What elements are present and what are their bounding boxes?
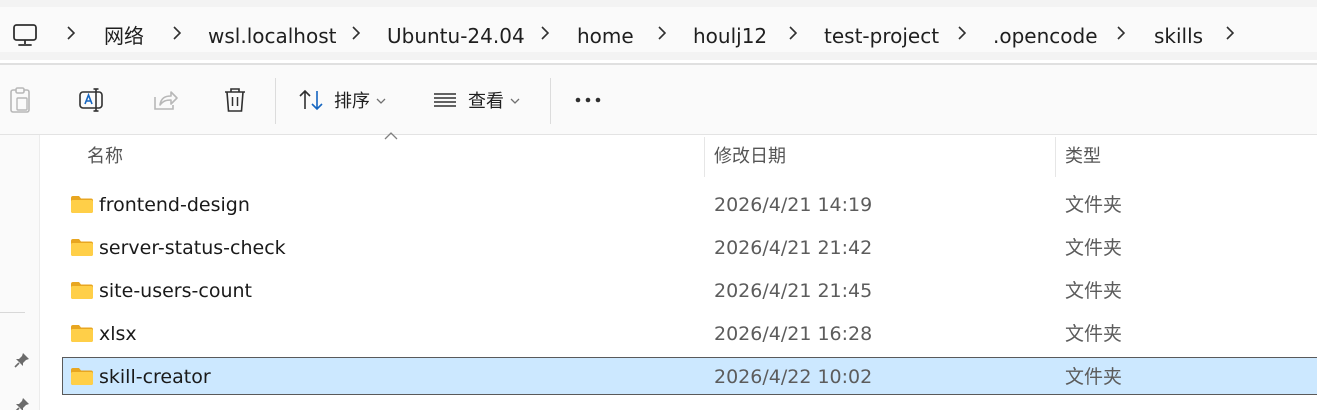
file-row-server-status-check[interactable]: server-status-check 2026/4/21 21:42 文件夹	[62, 228, 1317, 266]
nav-divider	[0, 312, 25, 313]
file-name: frontend-design	[99, 194, 250, 216]
share-icon	[154, 91, 178, 110]
chevron-right-icon[interactable]	[170, 22, 184, 44]
rename-button[interactable]	[72, 80, 112, 120]
sort-icon	[299, 89, 323, 111]
file-type: 文件夹	[1065, 323, 1123, 345]
file-name: server-status-check	[99, 237, 286, 259]
more-options-button[interactable]	[568, 80, 608, 120]
column-resize-handle[interactable]	[704, 137, 705, 177]
folder-icon	[71, 239, 93, 256]
crumb-network[interactable]: 网络	[104, 21, 144, 51]
folder-icon	[71, 196, 93, 213]
file-modified: 2026/4/21 14:19	[714, 194, 873, 216]
toolbar-divider	[275, 78, 276, 124]
file-modified: 2026/4/22 10:02	[714, 366, 873, 388]
crumb-skills[interactable]: skills	[1154, 21, 1203, 51]
folder-icon	[71, 368, 93, 385]
file-name: xlsx	[99, 323, 137, 345]
file-type: 文件夹	[1065, 237, 1123, 259]
folder-icon	[71, 325, 93, 342]
chevron-down-icon	[510, 98, 520, 104]
sort-button[interactable]: 排序	[298, 80, 398, 120]
file-modified: 2026/4/21 16:28	[714, 323, 873, 345]
file-row-skill-creator[interactable]: skill-creator 2026/4/22 10:02 文件夹	[62, 357, 1317, 395]
chevron-right-icon[interactable]	[64, 22, 78, 44]
crumb-user[interactable]: houlj12	[693, 21, 767, 51]
crumb-wsl-localhost[interactable]: wsl.localhost	[208, 21, 336, 51]
file-modified: 2026/4/21 21:45	[714, 280, 873, 302]
file-modified: 2026/4/21 21:42	[714, 237, 873, 259]
crumb-opencode[interactable]: .opencode	[993, 21, 1098, 51]
chevron-right-icon[interactable]	[955, 22, 969, 44]
column-header-name[interactable]: 名称	[87, 145, 687, 175]
rename-icon	[79, 88, 103, 112]
chevron-down-icon	[376, 98, 386, 104]
navigation-pane[interactable]	[0, 135, 40, 410]
view-list-icon	[434, 93, 456, 107]
pin-icon[interactable]	[14, 397, 30, 410]
column-header-modified[interactable]: 修改日期	[714, 145, 1034, 175]
column-resize-handle[interactable]	[1055, 137, 1056, 177]
chevron-right-icon[interactable]	[1223, 22, 1237, 44]
toolbar-divider	[550, 78, 551, 124]
file-name: site-users-count	[99, 280, 252, 302]
address-bar: 网络 wsl.localhost Ubuntu-24.04 home houlj…	[0, 0, 1317, 60]
sort-ascending-icon	[384, 132, 398, 140]
chevron-right-icon[interactable]	[538, 22, 552, 44]
chevron-right-icon[interactable]	[349, 22, 363, 44]
command-bar: 排序 查看	[0, 65, 1317, 135]
chevron-right-icon[interactable]	[786, 22, 800, 44]
chevron-right-icon[interactable]	[1114, 22, 1128, 44]
command-bar-divider	[0, 134, 1317, 135]
this-pc-icon[interactable]	[11, 22, 39, 48]
column-header-type[interactable]: 类型	[1065, 145, 1265, 175]
paste-icon	[10, 87, 30, 113]
more-icon	[575, 97, 601, 103]
folder-icon	[71, 282, 93, 299]
file-type: 文件夹	[1065, 366, 1123, 388]
crumb-test-project[interactable]: test-project	[824, 21, 939, 51]
pin-icon[interactable]	[14, 352, 30, 368]
view-button[interactable]: 查看	[432, 80, 532, 120]
crumb-ubuntu[interactable]: Ubuntu-24.04	[387, 21, 525, 51]
share-button[interactable]	[145, 80, 185, 120]
file-name: skill-creator	[99, 366, 211, 388]
chevron-right-icon[interactable]	[655, 22, 669, 44]
crumb-home[interactable]: home	[577, 21, 634, 51]
sort-label: 排序	[334, 91, 370, 112]
paste-button[interactable]	[2, 80, 38, 120]
file-type: 文件夹	[1065, 194, 1123, 216]
file-row-site-users-count[interactable]: site-users-count 2026/4/21 21:45 文件夹	[62, 271, 1317, 309]
delete-button[interactable]	[216, 80, 254, 120]
view-label: 查看	[468, 91, 504, 112]
breadcrumb[interactable]: 网络 wsl.localhost Ubuntu-24.04 home houlj…	[0, 7, 1317, 52]
file-row-xlsx[interactable]: xlsx 2026/4/21 16:28 文件夹	[62, 314, 1317, 352]
trash-icon	[225, 88, 245, 112]
file-type: 文件夹	[1065, 280, 1123, 302]
file-row-frontend-design[interactable]: frontend-design 2026/4/21 14:19 文件夹	[62, 185, 1317, 223]
